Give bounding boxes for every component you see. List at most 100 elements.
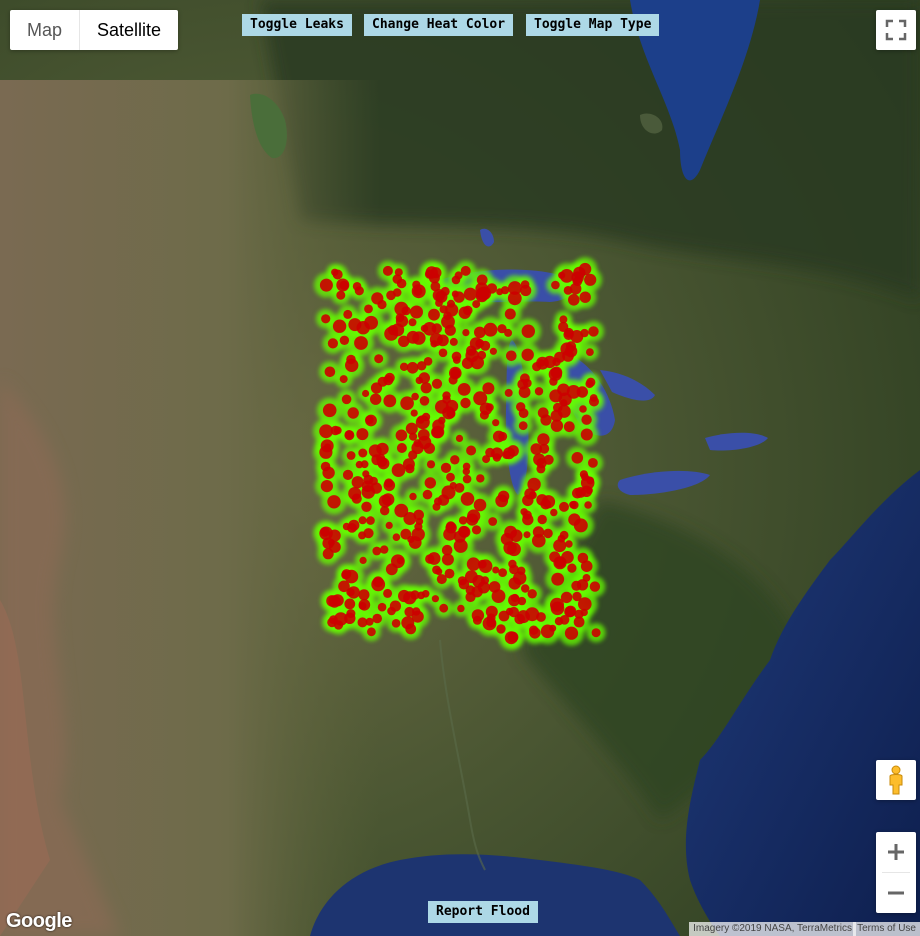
heat-point — [521, 584, 530, 593]
heat-point — [452, 356, 461, 364]
fullscreen-button[interactable] — [876, 10, 916, 50]
toggle-map-type-button[interactable]: Toggle Map Type — [526, 14, 660, 36]
heat-point — [351, 476, 364, 489]
heat-point — [584, 501, 592, 509]
heat-point — [377, 299, 387, 310]
heat-point — [550, 419, 564, 432]
zoom-out-button[interactable] — [876, 873, 916, 913]
heat-point — [336, 290, 346, 300]
heat-point — [332, 269, 343, 280]
heat-point — [543, 528, 553, 539]
heat-point — [497, 324, 507, 334]
heat-point — [431, 323, 442, 334]
heat-point — [457, 383, 471, 396]
heat-point — [400, 396, 414, 411]
heat-point — [411, 284, 426, 299]
heat-point — [591, 628, 601, 638]
heat-point — [347, 407, 359, 419]
heat-point — [523, 531, 531, 539]
heat-point — [504, 308, 516, 320]
heat-point — [567, 563, 577, 573]
heat-point — [404, 606, 415, 617]
heat-point — [579, 291, 591, 303]
heat-point — [360, 460, 369, 469]
map-type-control: Map Satellite — [10, 10, 179, 50]
heat-point — [334, 612, 348, 626]
heat-point — [549, 624, 557, 632]
heat-point — [428, 308, 440, 321]
satellite-map[interactable] — [0, 0, 920, 936]
report-flood-button[interactable]: Report Flood — [428, 901, 538, 923]
heat-point — [553, 402, 563, 413]
terms-of-use-link[interactable]: Terms of Use — [853, 922, 920, 936]
heat-point — [446, 472, 455, 482]
heat-point — [354, 286, 364, 296]
heat-point — [498, 610, 510, 622]
map-canvas[interactable]: Map Satellite Toggle Leaks Change Heat C… — [0, 0, 920, 936]
heat-point — [320, 439, 334, 453]
heat-point — [465, 585, 476, 595]
heat-point — [338, 580, 350, 593]
heat-point — [383, 588, 393, 598]
heat-point — [540, 414, 552, 426]
heat-point — [377, 602, 387, 612]
heat-point — [581, 414, 592, 425]
heat-point — [470, 355, 484, 370]
heat-point — [504, 388, 513, 397]
heat-point — [422, 489, 433, 500]
heat-point — [460, 492, 475, 506]
heat-point — [328, 595, 341, 608]
heat-point — [543, 355, 556, 369]
heat-point — [537, 514, 547, 525]
heat-point — [410, 305, 423, 319]
heat-point — [550, 366, 563, 379]
heat-point — [366, 516, 375, 525]
heat-point — [384, 372, 395, 383]
imagery-attribution: Imagery ©2019 NASA, TerraMetrics — [689, 922, 856, 936]
heat-point — [518, 386, 531, 398]
heat-point — [346, 451, 356, 460]
heat-point — [382, 265, 393, 276]
heat-point — [432, 502, 441, 511]
heat-point — [557, 534, 566, 543]
heat-point — [506, 350, 517, 362]
heat-point — [361, 501, 372, 512]
heat-point — [559, 501, 569, 512]
heat-point — [320, 527, 330, 537]
street-view-pegman-button[interactable] — [876, 760, 916, 800]
heat-point — [356, 321, 370, 335]
heat-point — [586, 476, 595, 485]
heat-point — [400, 528, 412, 540]
heat-point — [321, 314, 331, 324]
heat-point — [431, 595, 439, 603]
heat-point — [396, 443, 407, 453]
google-logo[interactable]: Google — [6, 910, 72, 933]
zoom-in-button[interactable] — [876, 832, 916, 872]
heat-point — [521, 348, 534, 361]
map-type-map-button[interactable]: Map — [10, 10, 79, 50]
heat-point — [520, 373, 530, 384]
heat-point — [554, 556, 566, 568]
heat-point — [339, 335, 350, 345]
map-type-satellite-button[interactable]: Satellite — [80, 10, 178, 50]
heat-point — [558, 271, 566, 279]
heat-point — [427, 552, 441, 565]
heat-point — [364, 304, 373, 314]
heat-point — [391, 619, 401, 628]
toggle-leaks-button[interactable]: Toggle Leaks — [242, 14, 352, 36]
heat-point — [472, 615, 482, 625]
heat-point — [449, 366, 462, 380]
heat-point — [475, 287, 490, 301]
change-heat-color-button[interactable]: Change Heat Color — [364, 14, 514, 36]
heat-point — [332, 319, 347, 333]
heat-point — [324, 366, 336, 378]
heat-point — [358, 599, 371, 611]
heat-point — [563, 421, 575, 433]
heat-point — [327, 338, 338, 349]
heat-point — [411, 527, 425, 542]
plus-icon — [888, 844, 904, 860]
heat-point — [588, 458, 598, 468]
heat-point — [557, 383, 570, 397]
heat-point — [500, 286, 510, 295]
heat-point — [339, 280, 349, 290]
